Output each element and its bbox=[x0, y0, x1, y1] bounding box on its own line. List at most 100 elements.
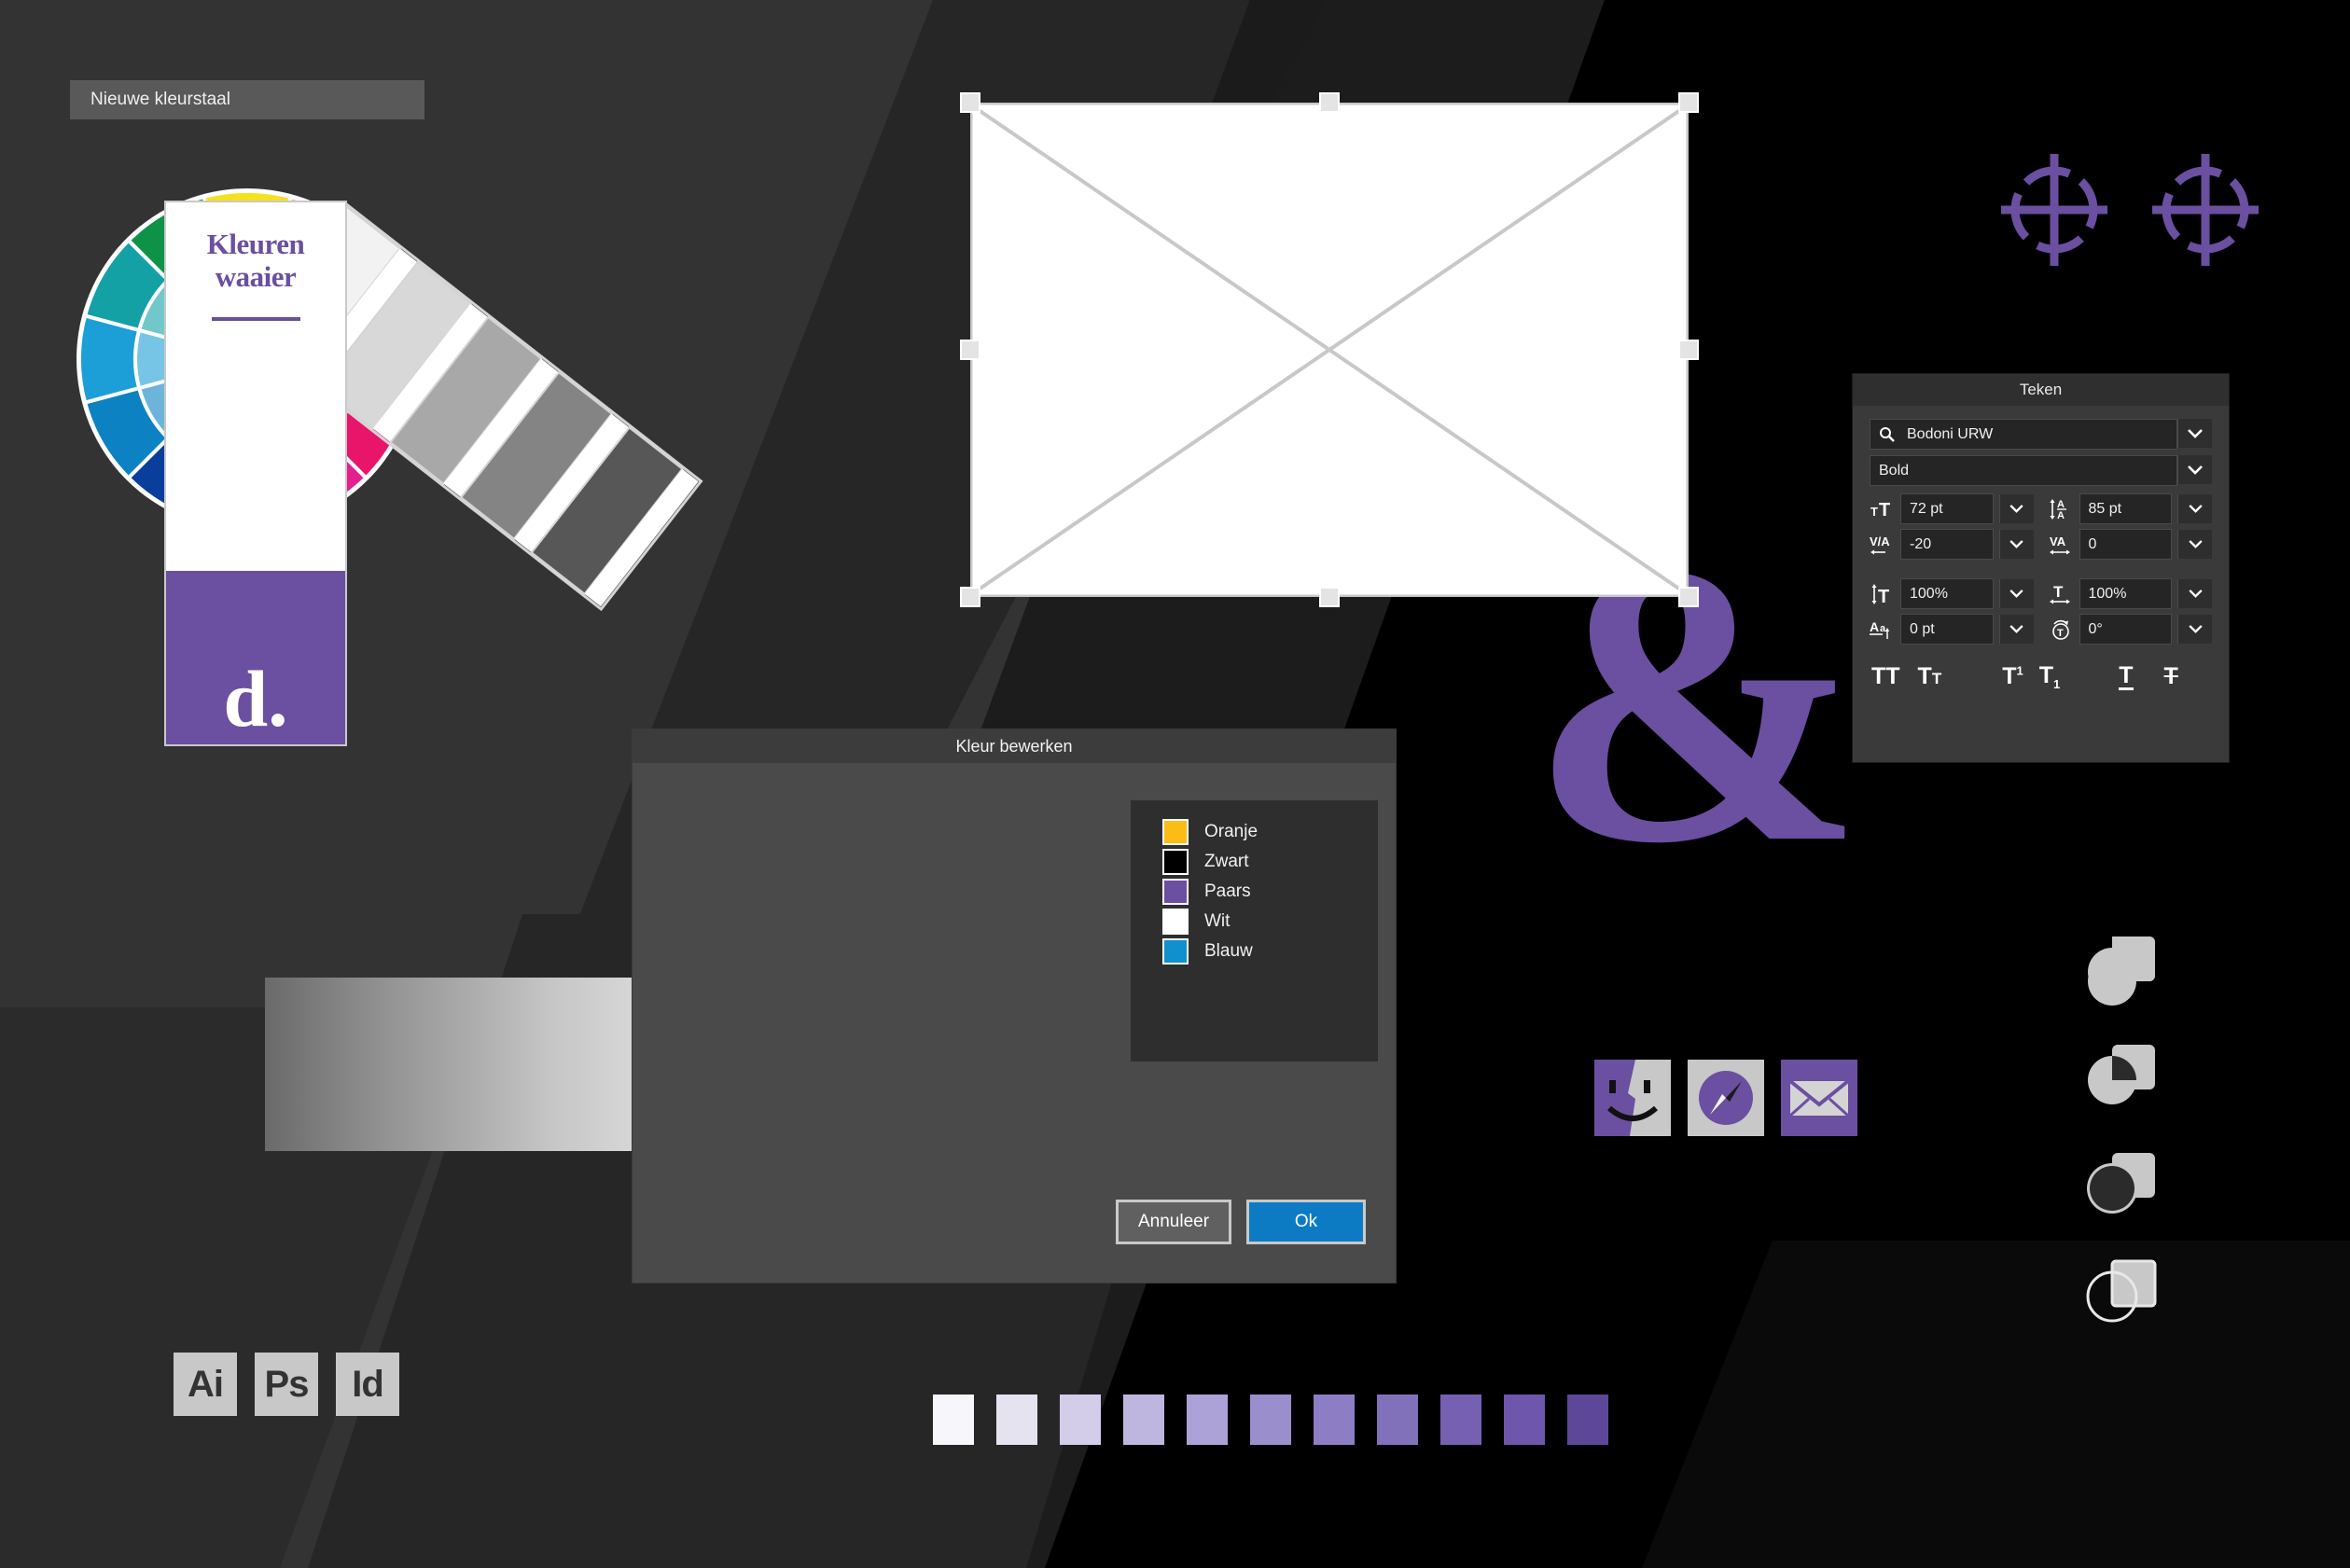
swatch-chip-blauw[interactable] bbox=[1162, 938, 1189, 964]
swatch-name-input[interactable] bbox=[70, 80, 424, 119]
resize-handle-middle-left[interactable] bbox=[960, 340, 980, 360]
kleuren-waaier-card[interactable]: Kleuren waaier d. bbox=[164, 201, 347, 746]
swatch-label-wit: Wit bbox=[1204, 911, 1231, 931]
swatch-row[interactable]: Oranje bbox=[1162, 819, 1378, 845]
svg-text:A: A bbox=[2057, 499, 2065, 510]
tint-swatch-6[interactable] bbox=[1250, 1395, 1291, 1445]
horizontal-scale-value: 100% bbox=[2088, 585, 2127, 602]
resize-handle-bottom-center[interactable] bbox=[1319, 587, 1340, 607]
fan-card-logo-block: d. bbox=[166, 571, 345, 744]
swatch-label-paars: Paars bbox=[1204, 881, 1251, 901]
small-caps-button[interactable]: TT bbox=[1918, 663, 1942, 690]
swatch-chip-zwart[interactable] bbox=[1162, 849, 1189, 875]
svg-text:V/A: V/A bbox=[1870, 534, 1890, 548]
kerning-chevron-down-icon[interactable] bbox=[1998, 530, 2034, 559]
resize-handle-middle-right[interactable] bbox=[1678, 340, 1699, 360]
font-family-dropdown-chevron-down-icon[interactable] bbox=[2177, 419, 2212, 448]
tint-swatch-4[interactable] bbox=[1123, 1395, 1164, 1445]
swatch-chip-oranje[interactable] bbox=[1162, 819, 1189, 845]
swatch-chip-wit[interactable] bbox=[1162, 909, 1189, 935]
subscript-button[interactable]: T1 bbox=[2039, 662, 2061, 691]
fan-card-rule bbox=[211, 317, 300, 322]
font-size-row[interactable]: TT 72 pt bbox=[1870, 493, 2034, 524]
superscript-button[interactable]: T1 bbox=[2002, 663, 2023, 690]
intersect-icon[interactable] bbox=[2080, 1140, 2162, 1227]
tint-swatch-1[interactable] bbox=[933, 1395, 974, 1445]
brand-logo-d: d. bbox=[223, 654, 288, 743]
ok-button[interactable]: Ok bbox=[1246, 1200, 1366, 1244]
svg-text:T: T bbox=[1870, 505, 1878, 519]
font-size-chevron-down-icon[interactable] bbox=[1998, 494, 2034, 523]
font-size-value: 72 pt bbox=[1910, 500, 1943, 517]
leading-value: 85 pt bbox=[2088, 500, 2122, 517]
baseline-shift-chevron-down-icon[interactable] bbox=[1998, 615, 2034, 644]
swatch-chip-paars[interactable] bbox=[1162, 879, 1189, 905]
finder-icon[interactable] bbox=[1594, 1060, 1671, 1136]
tint-swatch-8[interactable] bbox=[1377, 1395, 1418, 1445]
tracking-chevron-down-icon[interactable] bbox=[2177, 530, 2212, 559]
underline-button[interactable]: T bbox=[2119, 663, 2134, 690]
unite-icon[interactable] bbox=[2080, 923, 2162, 1010]
adobe-app-icons: Ai Ps Id bbox=[174, 1353, 399, 1416]
minus-front-icon[interactable] bbox=[2080, 1032, 2162, 1118]
vertical-scale-row[interactable]: T 100% bbox=[1870, 578, 2034, 609]
mail-icon[interactable] bbox=[1781, 1060, 1857, 1136]
leading-row[interactable]: AA 85 pt bbox=[2049, 493, 2212, 524]
character-style-buttons: TT TT T1 T1 T T bbox=[1853, 649, 2229, 691]
character-rotation-chevron-down-icon[interactable] bbox=[2177, 615, 2212, 644]
tracking-row[interactable]: VA 0 bbox=[2049, 529, 2212, 560]
resize-handle-top-right[interactable] bbox=[1678, 92, 1699, 113]
image-placeholder-frame[interactable] bbox=[970, 103, 1689, 597]
all-caps-button[interactable]: TT bbox=[1871, 663, 1900, 690]
font-style-dropdown-chevron-down-icon[interactable] bbox=[2177, 455, 2212, 484]
character-rotation-row[interactable]: T 0° bbox=[2049, 614, 2212, 645]
dialog-title: Kleur bewerken bbox=[633, 729, 1396, 763]
horizontal-scale-chevron-down-icon[interactable] bbox=[2177, 579, 2212, 608]
strikethrough-button[interactable]: T bbox=[2164, 663, 2178, 690]
mac-app-icons bbox=[1594, 1060, 1857, 1136]
swatch-row[interactable]: Paars bbox=[1162, 879, 1378, 905]
tint-swatch-3[interactable] bbox=[1060, 1395, 1101, 1445]
swatch-label-oranje: Oranje bbox=[1204, 822, 1258, 841]
fan-card-title-line1: Kleuren bbox=[206, 228, 305, 260]
kerning-icon: V/A bbox=[1870, 533, 1895, 557]
leading-chevron-down-icon[interactable] bbox=[2177, 494, 2212, 523]
tint-swatch-7[interactable] bbox=[1314, 1395, 1355, 1445]
tint-swatch-2[interactable] bbox=[996, 1395, 1037, 1445]
indesign-icon[interactable]: Id bbox=[336, 1353, 399, 1416]
photoshop-icon[interactable]: Ps bbox=[255, 1353, 318, 1416]
tracking-icon: VA bbox=[2049, 533, 2074, 557]
baseline-shift-row[interactable]: Aa 0 pt bbox=[1870, 614, 2034, 645]
tint-swatch-10[interactable] bbox=[1504, 1395, 1545, 1445]
font-family-row[interactable]: Bodoni URW bbox=[1870, 419, 2212, 450]
swatch-label-blauw: Blauw bbox=[1204, 941, 1253, 961]
character-panel[interactable]: Teken Bodoni URW Bold T T 72 pt A A 85 p… bbox=[1852, 373, 2230, 763]
swatch-row[interactable]: Zwart bbox=[1162, 849, 1378, 875]
tint-swatch-11[interactable] bbox=[1567, 1395, 1608, 1445]
font-style-row[interactable]: Bold bbox=[1870, 455, 2212, 486]
character-rotation-value: 0° bbox=[2088, 620, 2103, 637]
kerning-row[interactable]: V/A -20 bbox=[1870, 529, 2034, 560]
pathfinder-icons bbox=[2080, 923, 2162, 1356]
design-canvas: Kleuren waaier d. & Teken Bodoni URW Bol… bbox=[0, 0, 2350, 1568]
swatch-list[interactable]: Oranje Zwart Paars Wit Blauw bbox=[1131, 800, 1378, 1062]
cancel-button[interactable]: Annuleer bbox=[1116, 1200, 1231, 1244]
fan-card-title-line2: waaier bbox=[215, 259, 297, 293]
swatch-row[interactable]: Blauw bbox=[1162, 938, 1378, 964]
resize-handle-bottom-right[interactable] bbox=[1678, 587, 1699, 607]
resize-handle-top-center[interactable] bbox=[1319, 92, 1340, 113]
tint-swatch-9[interactable] bbox=[1440, 1395, 1481, 1445]
horizontal-scale-row[interactable]: T 100% bbox=[2049, 578, 2212, 609]
resize-handle-bottom-left[interactable] bbox=[960, 587, 980, 607]
swatch-row[interactable]: Wit bbox=[1162, 909, 1378, 935]
tint-swatch-5[interactable] bbox=[1187, 1395, 1228, 1445]
resize-handle-top-left[interactable] bbox=[960, 92, 980, 113]
vertical-scale-chevron-down-icon[interactable] bbox=[1998, 579, 2034, 608]
kerning-value: -20 bbox=[1910, 535, 1932, 552]
illustrator-icon[interactable]: Ai bbox=[174, 1353, 237, 1416]
vertical-scale-icon: T bbox=[1870, 582, 1895, 606]
outline-icon[interactable] bbox=[2080, 1248, 2162, 1335]
safari-icon[interactable] bbox=[1688, 1060, 1764, 1136]
tracking-value: 0 bbox=[2088, 535, 2097, 552]
registration-marks bbox=[1996, 149, 2267, 275]
